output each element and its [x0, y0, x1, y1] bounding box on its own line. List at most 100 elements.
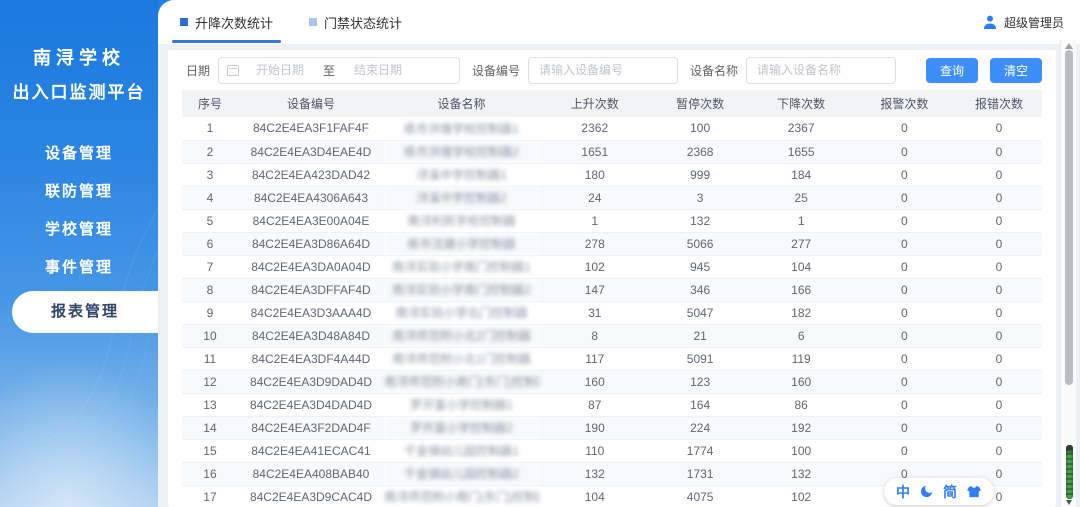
down-count: 166: [749, 278, 853, 302]
sidebar: 南浔学校 出入口监测平台 设备管理 联防管理 学校管理 事件管理 报表管理: [0, 0, 158, 507]
date-range-picker[interactable]: 至: [218, 56, 461, 84]
device-id-input[interactable]: [528, 56, 679, 84]
filter-buttons: 查询 清空: [925, 57, 1042, 83]
row-index: 17: [182, 485, 238, 507]
table-row: 12 84C2E4EA3D9DAD4D 南浔师范附小南门(东门)控制器1 160 123…: [182, 370, 1042, 394]
table-row: 1 84C2E4EA3F1FAF4F 练市洪塘学校控制器1 2362 100 2367 0 0: [182, 117, 1042, 141]
error-count: 0: [955, 255, 1042, 279]
pause-count: 999: [650, 163, 750, 187]
device-id: 84C2E4EA3E00A04E: [237, 209, 385, 233]
down-count: 102: [749, 485, 853, 507]
sidebar-item-device-mgmt[interactable]: 设备管理: [0, 135, 158, 173]
sidebar-item-joint-defense-mgmt[interactable]: 联防管理: [0, 173, 158, 211]
col-down-count: 下降次数: [749, 90, 853, 117]
table-row: 6 84C2E4EA3D86A64D 练市沈建小学控制器 278 5066 277 0 0: [182, 232, 1042, 256]
device-id: 84C2E4EA3D9DAD4D: [237, 370, 385, 394]
clear-button[interactable]: 清空: [989, 57, 1042, 83]
up-count: 278: [538, 232, 651, 256]
alarm-count: 0: [852, 324, 956, 348]
pause-count: 5091: [650, 347, 750, 371]
shirt-icon[interactable]: [966, 484, 982, 499]
row-index: 13: [182, 393, 238, 417]
translate-widget[interactable]: 中 简: [884, 478, 994, 505]
table-row: 8 84C2E4EA3DFFAF4D 南浔实验小学南门控制器2 147 346 166 0 0: [182, 278, 1042, 302]
device-name: 浔溪中学控制器2: [384, 186, 539, 210]
error-count: 0: [955, 416, 1042, 440]
down-count: 100: [749, 439, 853, 463]
device-id: 84C2E4EA408BAB40: [237, 462, 385, 486]
vertical-scrollbar[interactable]: [1060, 40, 1076, 507]
device-name: 练市洪塘学校控制器1: [384, 117, 539, 141]
row-index: 16: [182, 462, 238, 486]
pause-count: 21: [650, 324, 750, 348]
start-date-input[interactable]: [241, 63, 320, 77]
error-count: 0: [955, 186, 1042, 210]
pause-count: 346: [650, 278, 750, 302]
scrollbar-down-arrow-icon[interactable]: [1066, 500, 1072, 505]
alarm-count: 0: [852, 232, 956, 256]
device-id: 84C2E4EA3D48A84D: [237, 324, 385, 348]
down-count: 160: [749, 370, 853, 394]
device-name-label: 设备名称: [690, 63, 739, 78]
table-row: 3 84C2E4EA423DAD42 浔溪中学控制器1 180 999 184 0 0: [182, 163, 1042, 187]
up-count: 117: [538, 347, 651, 371]
pause-count: 164: [650, 393, 750, 417]
alarm-count: 0: [852, 209, 956, 233]
down-count: 132: [749, 462, 853, 486]
device-id: 84C2E4EA423DAD42: [237, 163, 385, 187]
col-device-id: 设备编号: [237, 90, 385, 117]
content-body: 日期 至 设备编号 设备名称 查询 清空: [158, 44, 1080, 507]
row-index: 9: [182, 301, 238, 325]
device-name: 南浔师范附小南门(东门)控制器2: [384, 485, 539, 507]
row-index: 2: [182, 140, 238, 164]
device-name: 南浔实验小学北门控制器: [384, 301, 539, 325]
pause-count: 224: [650, 416, 750, 440]
device-name: 浔溪中学控制器1: [384, 163, 539, 187]
up-count: 1651: [538, 140, 651, 164]
sidebar-item-event-mgmt[interactable]: 事件管理: [0, 249, 158, 287]
row-index: 10: [182, 324, 238, 348]
table-row: 4 84C2E4EA4306A643 浔溪中学控制器2 24 3 25 0 0: [182, 186, 1042, 210]
scrollbar-bottom-marker: [1066, 445, 1073, 499]
device-name: 南浔实验小学南门控制器1: [384, 255, 539, 279]
error-count: 0: [955, 324, 1042, 348]
error-count: 0: [955, 347, 1042, 371]
up-count: 31: [538, 301, 651, 325]
device-id: 84C2E4EA3DA0A04D: [237, 255, 385, 279]
end-date-input[interactable]: [339, 63, 418, 77]
alarm-count: 0: [852, 117, 956, 141]
up-count: 104: [538, 485, 651, 507]
tab-lift-count-stats[interactable]: 升降次数统计: [171, 0, 282, 44]
table-row: 5 84C2E4EA3E00A04E 南浔利民学校控制器 1 132 1 0 0: [182, 209, 1042, 233]
device-name: 千金镇幼儿园控制器1: [384, 439, 539, 463]
simplified-chinese-button[interactable]: 简: [943, 482, 957, 502]
chinese-lang-button[interactable]: 中: [896, 482, 910, 502]
pause-count: 5066: [650, 232, 750, 256]
alarm-count: 0: [852, 439, 956, 463]
device-name: 罗开富小学控制器2: [384, 416, 539, 440]
error-count: 0: [955, 232, 1042, 256]
moon-icon[interactable]: [919, 484, 934, 499]
table-row: 11 84C2E4EA3DF4A44D 南浔师范附小北1门控制器 117 5091 119…: [182, 347, 1042, 371]
table-row: 7 84C2E4EA3DA0A04D 南浔实验小学南门控制器1 102 945 104 0 0: [182, 255, 1042, 279]
alarm-count: 0: [852, 393, 956, 417]
topbar: 升降次数统计 门禁状态统计 超级管理员: [158, 0, 1080, 44]
down-count: 6: [749, 324, 853, 348]
user-account[interactable]: 超级管理员: [982, 0, 1064, 44]
pause-count: 2368: [650, 140, 750, 164]
up-count: 132: [538, 462, 651, 486]
search-button[interactable]: 查询: [925, 57, 978, 83]
device-id: 84C2E4EA3DFFAF4D: [237, 278, 385, 302]
device-name-input[interactable]: [746, 56, 897, 84]
sidebar-item-report-mgmt[interactable]: 报表管理: [12, 291, 158, 333]
down-count: 25: [749, 186, 853, 210]
alarm-count: 0: [852, 186, 956, 210]
tab-access-status-stats[interactable]: 门禁状态统计: [309, 0, 402, 44]
error-count: 0: [955, 370, 1042, 394]
scrollbar-thumb[interactable]: [1065, 50, 1073, 385]
scrollbar-up-arrow-icon[interactable]: [1065, 43, 1073, 49]
error-count: 0: [955, 439, 1042, 463]
row-index: 14: [182, 416, 238, 440]
device-id: 84C2E4EA3F2DAD4F: [237, 416, 385, 440]
sidebar-item-school-mgmt[interactable]: 学校管理: [0, 211, 158, 249]
